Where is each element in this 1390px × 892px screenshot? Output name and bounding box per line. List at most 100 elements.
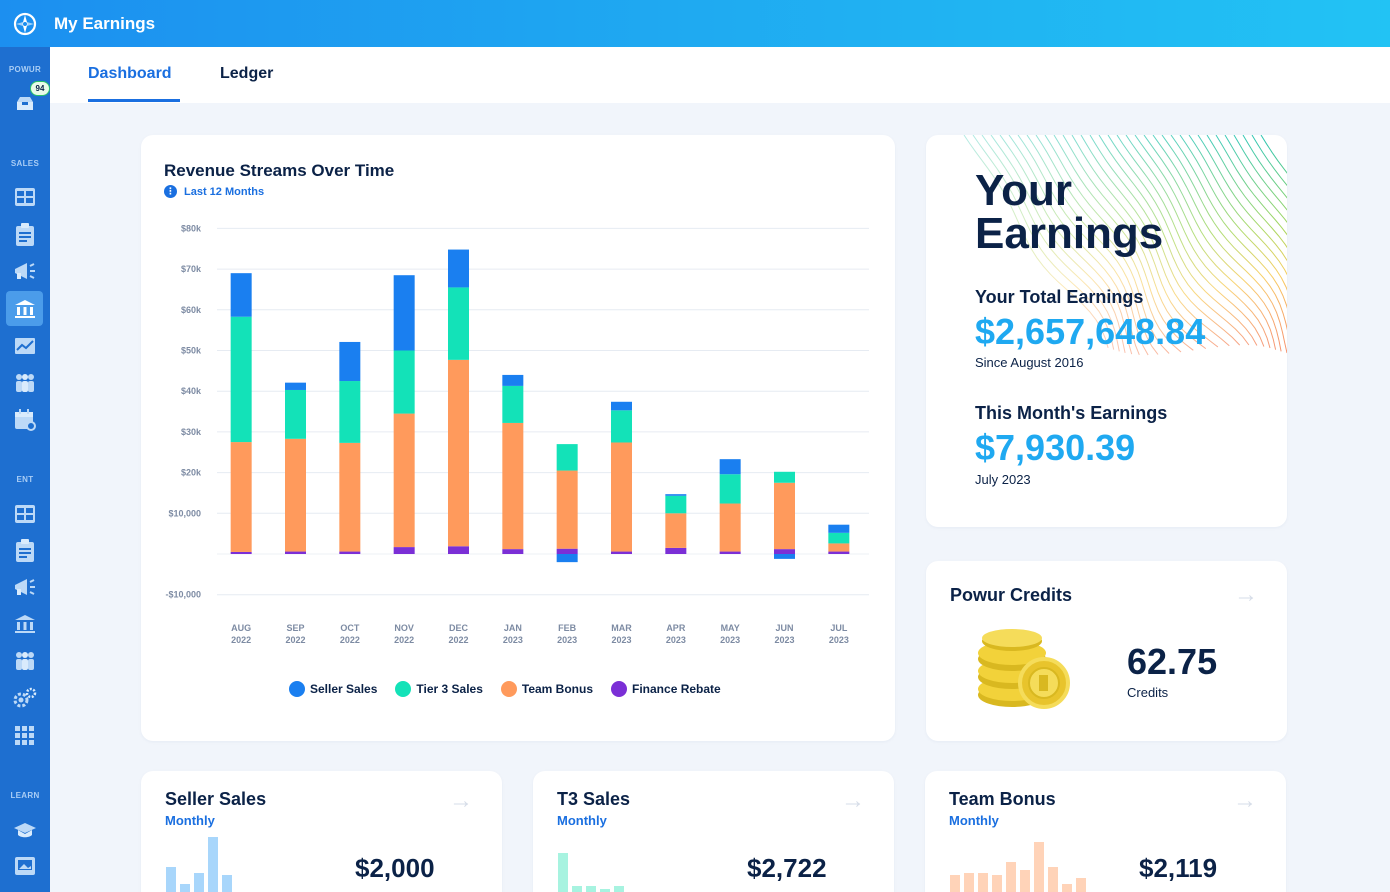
bar-segment <box>502 374 524 386</box>
revenue-chart: $80k $70k $60k $50k $40k $30k $20k $10,000 -$10,… <box>165 223 869 645</box>
summary-title: Team Bonus <box>949 789 1056 809</box>
bar-segment <box>393 413 415 548</box>
mini-bar <box>992 875 1002 892</box>
sidebar-section-learn: LEARN <box>10 791 40 800</box>
chart-icon[interactable] <box>11 332 39 360</box>
credits-title: Powur Credits <box>950 585 1073 605</box>
legend-label: Seller Sales <box>310 682 378 696</box>
bar-segment <box>719 503 741 552</box>
summary-sub: Monthly <box>557 813 607 828</box>
legend-dot <box>500 681 517 697</box>
bar-segment <box>665 547 687 554</box>
x-tick-label: OCT <box>340 623 360 633</box>
bar-segment <box>556 548 578 554</box>
bar-segment <box>339 551 361 554</box>
revenue-chart-card: Revenue Streams Over Time ⋮ Last 12 Mont… <box>141 135 895 741</box>
legend-dot <box>289 681 305 697</box>
bar-segment <box>230 551 252 554</box>
sidebar-section-ent: ENT <box>16 475 34 484</box>
arrow-right-icon[interactable]: → <box>1234 581 1258 609</box>
bar-segment <box>719 551 741 554</box>
legend-item[interactable]: Finance Rebate <box>611 681 721 697</box>
graduation-cap-icon[interactable] <box>11 817 39 845</box>
summary-title: Seller Sales <box>165 789 267 809</box>
bank-icon[interactable] <box>11 610 39 638</box>
mini-bar <box>222 875 232 892</box>
bar-segment-negative <box>556 554 578 563</box>
bar-segment <box>393 547 415 554</box>
credits-card[interactable]: Powur Credits → 62.75 Credits <box>926 561 1287 741</box>
media-icon[interactable] <box>11 852 39 880</box>
app-title: My Earnings <box>54 13 156 33</box>
bar-segment <box>611 401 632 411</box>
bar-segment <box>230 442 252 552</box>
clipboard-icon[interactable] <box>11 537 39 565</box>
bar-segment <box>502 549 524 554</box>
bar-segment <box>774 471 795 483</box>
bar-segment <box>774 549 795 554</box>
tab-dashboard[interactable]: Dashboard <box>88 65 172 83</box>
x-tick-label: APR <box>666 623 686 633</box>
bar-segment <box>285 438 306 552</box>
summary-card-seller-sales[interactable]: Seller Sales Monthly → $2,000 <box>141 771 502 892</box>
legend-item[interactable]: Tier 3 Sales <box>395 681 483 697</box>
mini-bar <box>1076 878 1086 892</box>
bar-segment <box>665 495 687 514</box>
x-tick-label: 2023 <box>611 635 631 645</box>
team-icon[interactable] <box>11 369 39 397</box>
tab-ledger[interactable]: Ledger <box>220 65 273 83</box>
summary-card-team-bonus[interactable]: Team Bonus Monthly → $2,119 <box>925 771 1286 892</box>
bar-segment <box>665 513 687 548</box>
x-tick-label: 2023 <box>829 635 849 645</box>
bar-segment <box>828 551 850 554</box>
compass-icon[interactable] <box>0 0 50 47</box>
x-tick-label: JUL <box>830 623 848 633</box>
gears-icon[interactable] <box>11 684 39 712</box>
mini-bar <box>194 873 204 892</box>
top-bar: My Earnings <box>0 0 1390 47</box>
x-tick-label: JAN <box>504 623 522 633</box>
chart-title: Revenue Streams Over Time <box>164 161 395 180</box>
dashboard-icon[interactable] <box>11 183 39 211</box>
y-tick-label: -$10,000 <box>165 590 201 600</box>
y-tick-label: $30k <box>181 427 202 437</box>
grid-icon[interactable] <box>11 722 39 750</box>
legend-item[interactable]: Seller Sales <box>289 681 377 697</box>
bar-segment-negative <box>774 554 795 559</box>
bar-segment <box>774 482 795 550</box>
summary-value: $2,000 <box>355 853 435 883</box>
bank-icon[interactable] <box>6 291 43 326</box>
bar-segment <box>393 350 415 414</box>
bar-segment <box>611 442 632 552</box>
megaphone-icon[interactable] <box>11 257 39 285</box>
dashboard-icon[interactable] <box>11 500 39 528</box>
x-tick-label: MAR <box>611 623 632 633</box>
bar-segment <box>448 287 469 360</box>
y-tick-label: $60k <box>181 305 202 315</box>
bar-segment <box>719 474 741 504</box>
legend-item[interactable]: Team Bonus <box>500 681 593 697</box>
summary-value: $2,722 <box>747 853 827 883</box>
mini-bar <box>558 853 568 892</box>
mini-bar <box>1062 884 1072 892</box>
bar-segment <box>719 459 741 475</box>
total-earnings-amount: $2,657,648.84 <box>975 311 1206 352</box>
team-icon[interactable] <box>11 647 39 675</box>
bar-segment <box>828 532 850 544</box>
mini-bar <box>166 867 176 892</box>
summary-card-t3-sales[interactable]: T3 Sales Monthly → $2,722 <box>533 771 894 892</box>
arrow-right-icon[interactable]: → <box>449 787 473 815</box>
earnings-card: Your Earnings Your Total Earnings $2,657… <box>926 135 1287 527</box>
arrow-right-icon[interactable]: → <box>841 787 865 815</box>
summary-title: T3 Sales <box>557 789 631 809</box>
megaphone-icon[interactable] <box>11 573 39 601</box>
y-tick-label: $70k <box>181 264 202 274</box>
bar-segment <box>502 385 524 423</box>
arrow-right-icon[interactable]: → <box>1233 787 1257 815</box>
total-earnings-label: Your Total Earnings <box>975 287 1144 307</box>
y-tick-label: $20k <box>181 468 202 478</box>
bar-segment <box>448 249 469 288</box>
clipboard-icon[interactable] <box>11 221 39 249</box>
calendar-icon[interactable] <box>11 406 39 434</box>
x-tick-label: 2023 <box>666 635 686 645</box>
